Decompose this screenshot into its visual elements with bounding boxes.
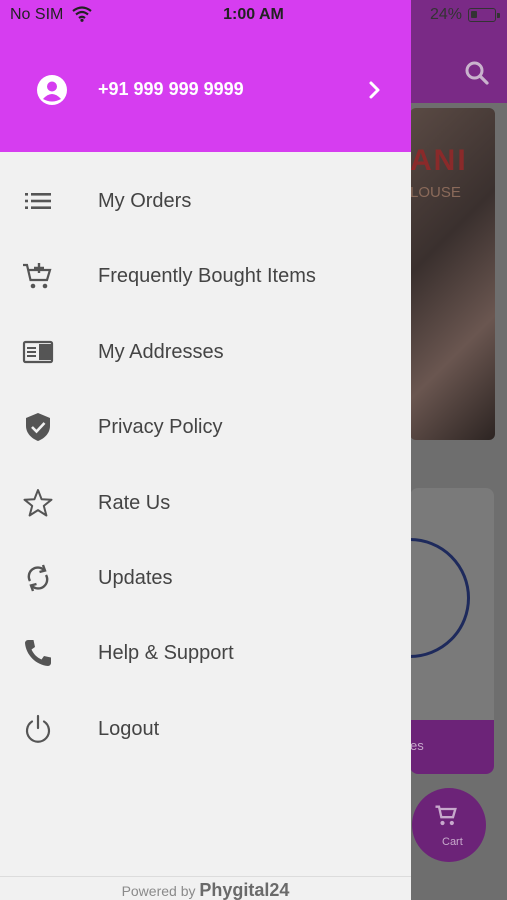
menu-item-rate-us[interactable]: Rate Us: [0, 465, 411, 540]
store-card[interactable]: es: [410, 488, 494, 774]
battery-percent: 24%: [430, 6, 463, 23]
store-logo: [410, 538, 470, 658]
powered-by-footer: Powered by Phygital24: [0, 876, 411, 900]
chevron-right-icon[interactable]: [364, 78, 386, 102]
navigation-drawer: +91 999 999 9999 My Orders Frequently Bo…: [0, 0, 411, 900]
menu-item-logout[interactable]: Logout: [0, 691, 411, 766]
cart-icon: [435, 805, 457, 826]
account-circle-icon: [37, 75, 67, 105]
menu-item-my-orders[interactable]: My Orders: [0, 163, 411, 238]
promo-banner[interactable]: ANI LOUSE: [410, 108, 495, 440]
power-icon: [25, 714, 51, 743]
shield-check-icon: [26, 413, 50, 442]
list-icon: [25, 193, 51, 209]
menu-label: My Addresses: [98, 340, 224, 363]
menu-label: Logout: [98, 717, 160, 740]
cart-label: Cart: [442, 836, 463, 848]
cart-fab[interactable]: Cart: [412, 788, 486, 862]
menu-label: Privacy Policy: [98, 416, 223, 439]
brand-name: Phygital24: [199, 880, 290, 900]
banner-title: ANI: [410, 144, 468, 177]
sync-icon: [27, 564, 49, 592]
profile-row[interactable]: +91 999 999 9999: [0, 60, 411, 120]
phone-icon: [25, 640, 51, 667]
search-icon[interactable]: [462, 58, 492, 88]
menu-label: Frequently Bought Items: [98, 265, 316, 288]
star-outline-icon: [23, 488, 53, 517]
battery-icon: [468, 8, 500, 22]
drawer-menu: My Orders Frequently Bought Items My Add…: [0, 163, 411, 766]
menu-label: Rate Us: [98, 491, 171, 514]
banner-subtitle: LOUSE: [410, 184, 461, 201]
menu-label: Help & Support: [98, 642, 234, 665]
phone-number: +91 999 999 9999: [98, 79, 244, 99]
store-card-button[interactable]: es: [410, 720, 494, 774]
menu-item-my-addresses[interactable]: My Addresses: [0, 314, 411, 389]
menu-label: My Orders: [98, 190, 192, 212]
powered-by-label: Powered by: [121, 883, 196, 899]
menu-label: Updates: [98, 566, 173, 589]
menu-item-privacy-policy[interactable]: Privacy Policy: [0, 389, 411, 464]
address-card-icon: [22, 340, 54, 363]
menu-item-help-support[interactable]: Help & Support: [0, 615, 411, 690]
menu-item-updates[interactable]: Updates: [0, 540, 411, 615]
status-bar: No SIM 1:00 AM 24%: [0, 0, 507, 30]
menu-item-frequently-bought[interactable]: Frequently Bought Items: [0, 238, 411, 313]
cart-plus-icon: [23, 263, 52, 289]
